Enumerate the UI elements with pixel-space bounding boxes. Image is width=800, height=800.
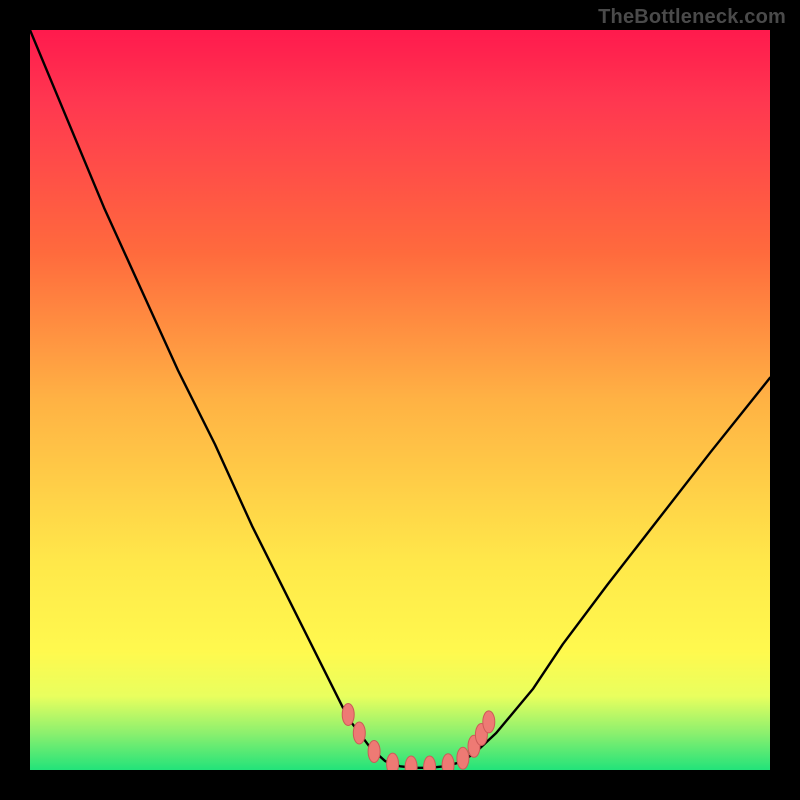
curve-marker: [405, 756, 417, 770]
marker-group: [342, 704, 495, 771]
chart-frame: TheBottleneck.com: [0, 0, 800, 800]
attribution-text: TheBottleneck.com: [598, 6, 786, 29]
curve-marker: [442, 754, 454, 770]
bottleneck-curve: [30, 30, 770, 768]
chart-svg: [30, 30, 770, 770]
curve-marker: [368, 741, 380, 763]
curve-marker: [483, 711, 495, 733]
curve-marker: [387, 753, 399, 770]
curve-marker: [424, 756, 436, 770]
curve-marker: [353, 722, 365, 744]
curve-marker: [342, 704, 354, 726]
curve-marker: [457, 747, 469, 769]
plot-area: [30, 30, 770, 770]
